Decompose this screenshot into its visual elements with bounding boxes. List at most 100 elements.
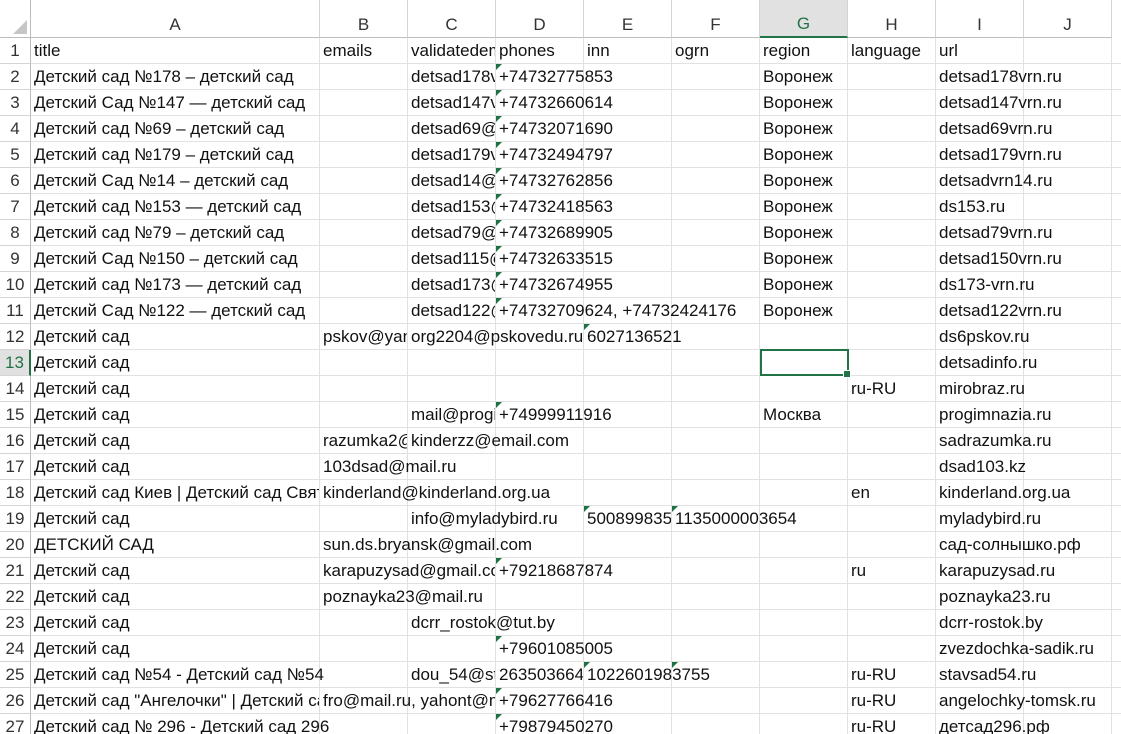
cell-g10[interactable]: Воронеж — [760, 272, 935, 298]
cell-i25[interactable]: stavsad54.ru — [936, 662, 1111, 688]
row-header-7[interactable]: 7 — [0, 194, 31, 220]
cell-i5[interactable]: detsad179vrn.ru — [936, 142, 1111, 168]
cell-a9[interactable]: Детский Сад №150 – детский сад — [31, 246, 407, 272]
cell-d9[interactable]: +74732633515 — [496, 246, 759, 272]
row-header-5[interactable]: 5 — [0, 142, 31, 168]
row-header-11[interactable]: 11 — [0, 298, 31, 324]
cell-a6[interactable]: Детский Сад №14 – детский сад — [31, 168, 407, 194]
cell-g15[interactable]: Москва — [760, 402, 935, 428]
cell-h18[interactable]: en — [848, 480, 935, 506]
cell-d10[interactable]: +74732674955 — [496, 272, 759, 298]
cell-d3[interactable]: +74732660614 — [496, 90, 759, 116]
cell-b16[interactable]: razumka2@mail.ru — [320, 428, 407, 454]
row-header-2[interactable]: 2 — [0, 64, 31, 90]
column-header-g[interactable]: G — [760, 0, 848, 38]
cell-c9[interactable]: detsad115@mail.ru — [408, 246, 495, 272]
cell-a15[interactable]: Детский сад — [31, 402, 407, 428]
cell-i7[interactable]: ds153.ru — [936, 194, 1111, 220]
cell-d5[interactable]: +74732494797 — [496, 142, 759, 168]
cell-b18[interactable]: kinderland@kinderland.org.ua — [320, 480, 847, 506]
cell-i19[interactable]: myladybird.ru — [936, 506, 1111, 532]
cell-i1[interactable]: url — [936, 38, 1111, 64]
column-header-j[interactable]: J — [1024, 0, 1112, 38]
cell-g5[interactable]: Воронеж — [760, 142, 935, 168]
row-header-20[interactable]: 20 — [0, 532, 31, 558]
cell-i10[interactable]: ds173-vrn.ru — [936, 272, 1111, 298]
cell-g7[interactable]: Воронеж — [760, 194, 935, 220]
cell-f19[interactable]: 1135000003654 — [672, 506, 935, 532]
cell-g9[interactable]: Воронеж — [760, 246, 935, 272]
cell-a19[interactable]: Детский сад — [31, 506, 407, 532]
cell-b21[interactable]: karapuzysad@gmail.com — [320, 558, 495, 584]
cell-a2[interactable]: Детский сад №178 – детский сад — [31, 64, 407, 90]
row-header-12[interactable]: 12 — [0, 324, 31, 350]
row-header-18[interactable]: 18 — [0, 480, 31, 506]
cell-d25[interactable]: 2635036641 — [496, 662, 583, 688]
row-header-9[interactable]: 9 — [0, 246, 31, 272]
cell-e12[interactable]: 6027136521 — [584, 324, 935, 350]
cell-a4[interactable]: Детский сад №69 – детский сад — [31, 116, 407, 142]
cell-a1[interactable]: title — [31, 38, 319, 64]
cell-c1[interactable]: validatedemails — [408, 38, 495, 64]
row-header-23[interactable]: 23 — [0, 610, 31, 636]
cell-a22[interactable]: Детский сад — [31, 584, 319, 610]
cell-a10[interactable]: Детский сад №173 — детский сад — [31, 272, 407, 298]
column-header-a[interactable]: A — [31, 0, 320, 38]
cell-i18[interactable]: kinderland.org.ua — [936, 480, 1111, 506]
cell-c2[interactable]: detsad178vrn@mail.ru — [408, 64, 495, 90]
cell-i14[interactable]: mirobraz.ru — [936, 376, 1111, 402]
cell-d11[interactable]: +74732709624, +74732424176 — [496, 298, 759, 324]
cell-d26[interactable]: +79627766416 — [496, 688, 847, 714]
cell-b22[interactable]: poznayka23@mail.ru — [320, 584, 935, 610]
cell-a25[interactable]: Детский сад №54 - Детский сад №54 — [31, 662, 407, 688]
cell-d21[interactable]: +79218687874 — [496, 558, 847, 584]
row-header-4[interactable]: 4 — [0, 116, 31, 142]
cell-d8[interactable]: +74732689905 — [496, 220, 759, 246]
column-header-f[interactable]: F — [672, 0, 760, 38]
cell-c23[interactable]: dcrr_rostok@tut.by — [408, 610, 935, 636]
cell-i12[interactable]: ds6pskov.ru — [936, 324, 1111, 350]
cell-a14[interactable]: Детский сад — [31, 376, 847, 402]
cell-d15[interactable]: +74999911916 — [496, 402, 759, 428]
cell-c10[interactable]: detsad173@mail.ru — [408, 272, 495, 298]
cell-c4[interactable]: detsad69@mail.ru — [408, 116, 495, 142]
row-header-24[interactable]: 24 — [0, 636, 31, 662]
cell-a7[interactable]: Детский сад №153 — детский сад — [31, 194, 407, 220]
cell-a20[interactable]: ДЕТСКИЙ САД — [31, 532, 319, 558]
cell-d2[interactable]: +74732775853 — [496, 64, 759, 90]
cell-c3[interactable]: detsad147vrn@mail.ru — [408, 90, 495, 116]
cell-c19[interactable]: info@myladybird.ru — [408, 506, 583, 532]
row-header-26[interactable]: 26 — [0, 688, 31, 714]
cell-i8[interactable]: detsad79vrn.ru — [936, 220, 1111, 246]
cell-i3[interactable]: detsad147vrn.ru — [936, 90, 1111, 116]
cell-i11[interactable]: detsad122vrn.ru — [936, 298, 1111, 324]
cell-g4[interactable]: Воронеж — [760, 116, 935, 142]
cell-g8[interactable]: Воронеж — [760, 220, 935, 246]
row-header-13[interactable]: 13 — [0, 350, 31, 376]
cell-h27[interactable]: ru-RU — [848, 714, 935, 734]
cell-h26[interactable]: ru-RU — [848, 688, 935, 714]
cell-g11[interactable]: Воронеж — [760, 298, 935, 324]
cell-g2[interactable]: Воронеж — [760, 64, 935, 90]
cell-c7[interactable]: detsad153@mail.ru — [408, 194, 495, 220]
row-header-21[interactable]: 21 — [0, 558, 31, 584]
cell-a18[interactable]: Детский сад Киев | Детский сад Святошинс… — [31, 480, 319, 506]
cell-c15[interactable]: mail@progimnazia.ru — [408, 402, 495, 428]
cell-a27[interactable]: Детский сад № 296 - Детский сад 296 — [31, 714, 495, 734]
column-header-d[interactable]: D — [496, 0, 584, 38]
select-all-corner[interactable] — [0, 0, 31, 38]
cell-i6[interactable]: detsadvrn14.ru — [936, 168, 1111, 194]
cell-a8[interactable]: Детский сад №79 – детский сад — [31, 220, 407, 246]
row-header-6[interactable]: 6 — [0, 168, 31, 194]
cell-b26[interactable]: fro@mail.ru, yahont@mail.ru — [320, 688, 495, 714]
cell-g1[interactable]: region — [760, 38, 847, 64]
cell-a16[interactable]: Детский сад — [31, 428, 319, 454]
cell-c5[interactable]: detsad179vrn@mail.ru — [408, 142, 495, 168]
cell-d7[interactable]: +74732418563 — [496, 194, 759, 220]
cell-d6[interactable]: +74732762856 — [496, 168, 759, 194]
row-header-1[interactable]: 1 — [0, 38, 31, 64]
cell-c11[interactable]: detsad122@mail.ru — [408, 298, 495, 324]
cell-g3[interactable]: Воронеж — [760, 90, 935, 116]
cell-d24[interactable]: +79601085005 — [496, 636, 935, 662]
spreadsheet-grid[interactable]: A B C D E F G H I J 1 2 3 4 5 6 7 8 9 10 11 12 13 14 15 16 17 18 19 2… — [0, 0, 1121, 734]
